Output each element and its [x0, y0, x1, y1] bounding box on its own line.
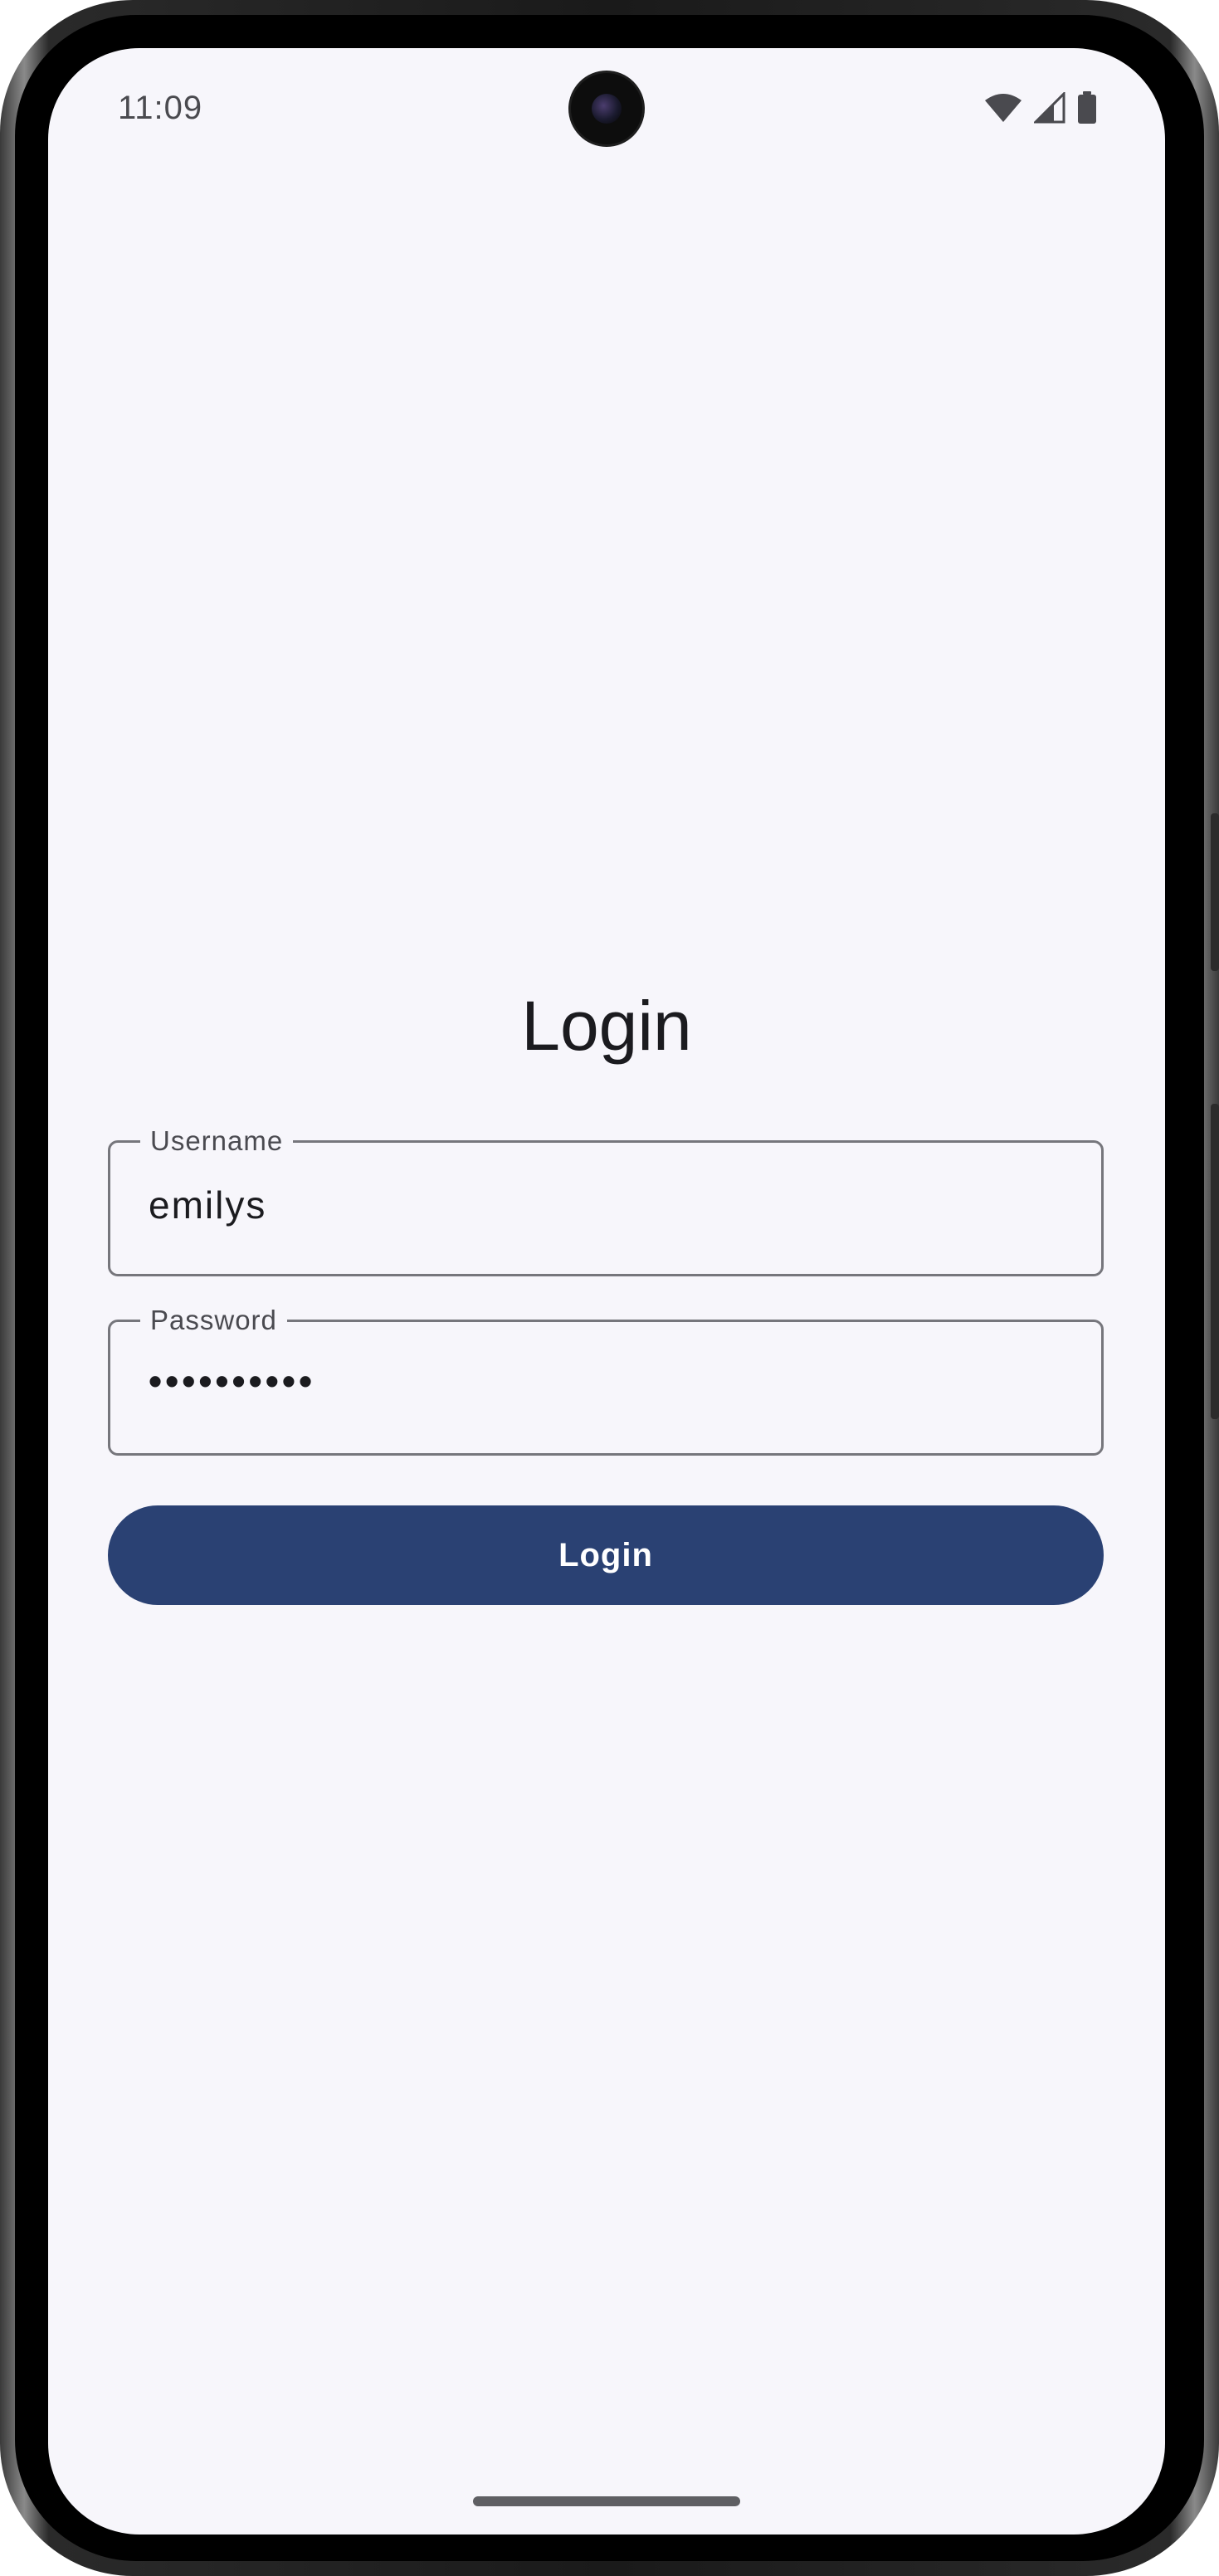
password-field[interactable]: Password •••••••••• — [108, 1302, 1104, 1456]
wifi-icon — [984, 92, 1022, 124]
status-time: 11:09 — [118, 90, 203, 126]
power-button — [1211, 1104, 1219, 1419]
phone-frame: 11:09 Login Username emilys Password •••… — [0, 0, 1219, 2576]
login-button[interactable]: Login — [108, 1505, 1104, 1605]
front-camera — [571, 73, 642, 144]
username-label: Username — [140, 1123, 294, 1159]
username-value[interactable]: emilys — [149, 1183, 266, 1227]
home-indicator[interactable] — [473, 2496, 740, 2506]
volume-button — [1211, 813, 1219, 971]
battery-icon — [1077, 91, 1097, 124]
cellular-signal-icon — [1034, 92, 1065, 124]
camera-lens — [592, 94, 622, 124]
password-value[interactable]: •••••••••• — [149, 1359, 315, 1403]
username-field[interactable]: Username emilys — [108, 1123, 1104, 1276]
status-icons — [984, 91, 1097, 124]
page-title: Login — [521, 987, 692, 1065]
app-screen: 11:09 Login Username emilys Password •••… — [48, 48, 1165, 2535]
password-label: Password — [140, 1302, 287, 1339]
